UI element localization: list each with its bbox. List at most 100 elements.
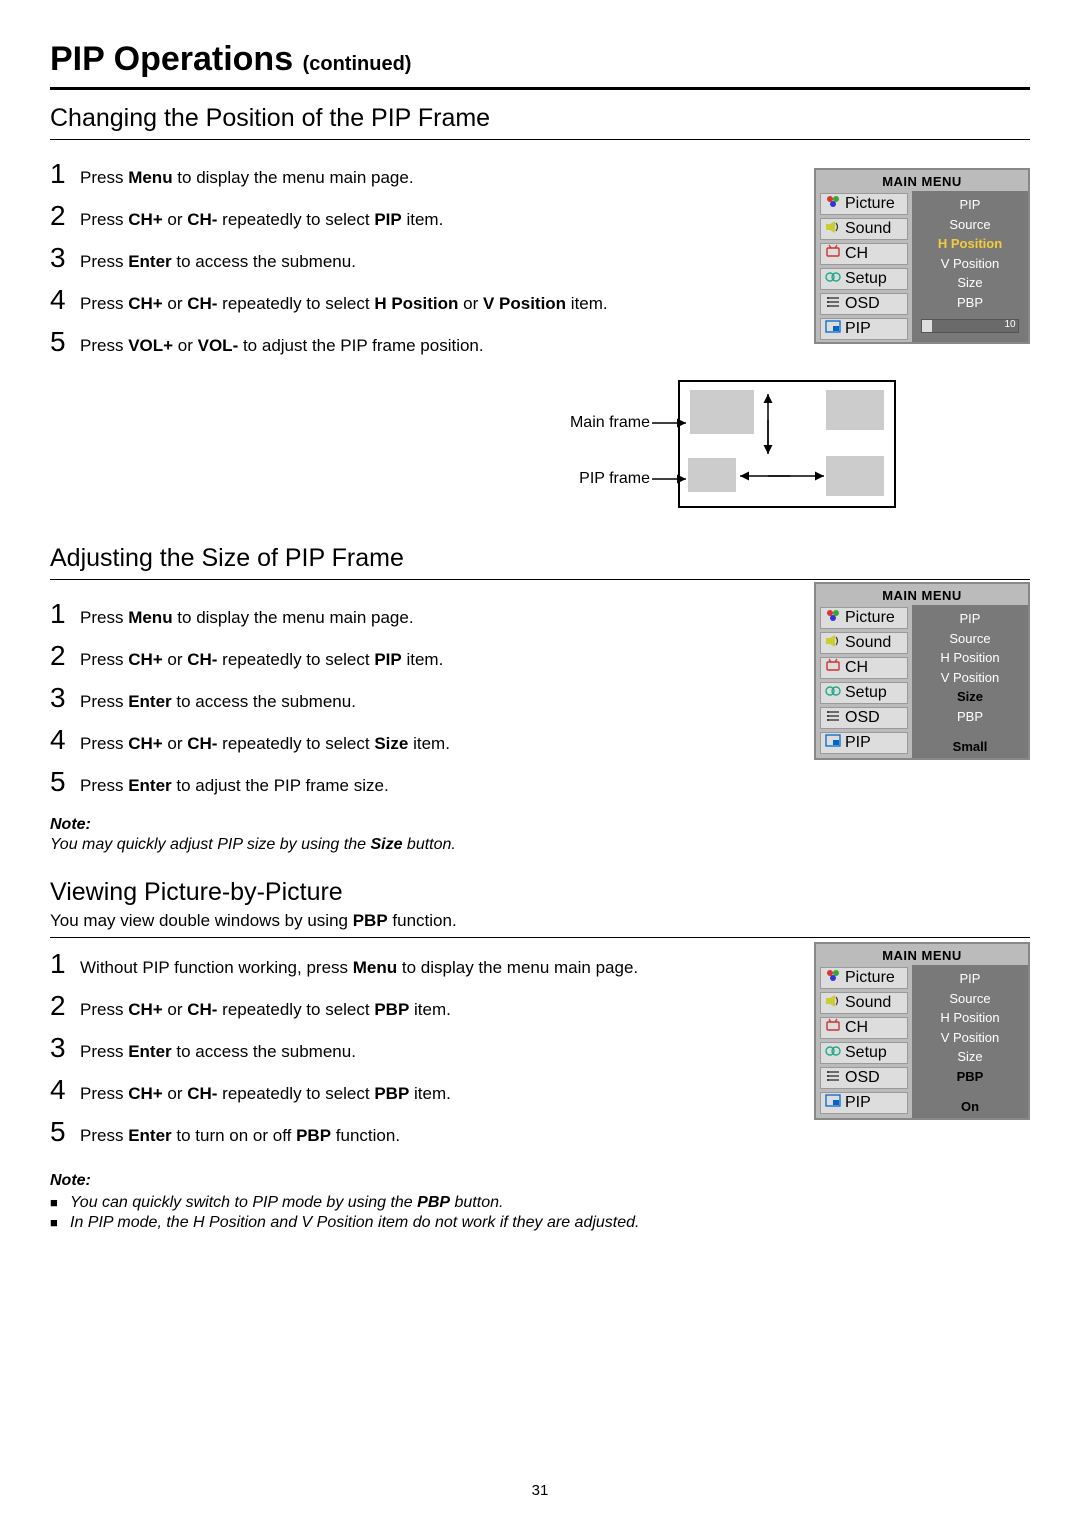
step-text: Press VOL+ or VOL- to adjust the PIP fra… (80, 329, 484, 358)
submenu-item-size[interactable]: Size (916, 273, 1024, 293)
menu-item-pip[interactable]: PIP (820, 732, 908, 754)
picture-icon (825, 608, 841, 629)
submenu-item-v-position[interactable]: V Position (916, 1028, 1024, 1048)
note-bullet: ■You can quickly switch to PIP mode by u… (50, 1194, 1030, 1212)
step-text: Press CH+ or CH- repeatedly to select PB… (80, 1077, 451, 1106)
main-menu-box-2: MAIN MENU PictureSoundCHSetupOSDPIP PIPS… (814, 582, 1030, 760)
submenu-item-pip[interactable]: PIP (916, 969, 1024, 989)
osd-icon (825, 1068, 841, 1089)
step-number: 4 (50, 1074, 80, 1106)
setup-icon (825, 269, 841, 290)
menu-item-setup[interactable]: Setup (820, 682, 908, 704)
menu-item-setup[interactable]: Setup (820, 268, 908, 290)
submenu-item-h-position[interactable]: H Position (916, 234, 1024, 254)
menu-title: MAIN MENU (816, 170, 1028, 191)
menu-item-sound[interactable]: Sound (820, 632, 908, 654)
slider-bar[interactable]: 10 (921, 319, 1018, 333)
page-number: 31 (0, 1482, 1080, 1499)
section2-note-body: You may quickly adjust PIP size by using… (50, 836, 1030, 854)
ch-icon (825, 244, 841, 265)
submenu-item-source[interactable]: Source (916, 629, 1024, 649)
submenu-item-pbp[interactable]: PBP (916, 707, 1024, 727)
menu-item-label: Picture (845, 195, 895, 213)
step-text: Press CH+ or CH- repeatedly to select H … (80, 287, 608, 316)
menu-item-label: Picture (845, 969, 895, 987)
step-number: 3 (50, 682, 80, 714)
step-text: Press Menu to display the menu main page… (80, 601, 414, 630)
submenu-item-v-position[interactable]: V Position (916, 668, 1024, 688)
menu-item-setup[interactable]: Setup (820, 1042, 908, 1064)
menu-item-osd[interactable]: OSD (820, 1067, 908, 1089)
menu-item-label: CH (845, 1019, 868, 1037)
submenu-item-size[interactable]: Size (916, 1047, 1024, 1067)
title-main: PIP Operations (50, 40, 293, 78)
menu-item-picture[interactable]: Picture (820, 193, 908, 215)
step-number: 1 (50, 948, 80, 980)
osd-icon (825, 294, 841, 315)
submenu-item-h-position[interactable]: H Position (916, 1008, 1024, 1028)
step-text: Without PIP function working, press Menu… (80, 951, 638, 980)
submenu-item-pip[interactable]: PIP (916, 609, 1024, 629)
menu-item-label: PIP (845, 1094, 871, 1112)
bullet-text: You can quickly switch to PIP mode by us… (70, 1194, 503, 1212)
menu-item-label: CH (845, 245, 868, 263)
section2-heading: Adjusting the Size of PIP Frame (50, 544, 1030, 573)
menu-item-picture[interactable]: Picture (820, 607, 908, 629)
pip-icon (825, 319, 841, 340)
menu-item-picture[interactable]: Picture (820, 967, 908, 989)
menu-item-ch[interactable]: CH (820, 1017, 908, 1039)
bullet-text: In PIP mode, the H Position and V Positi… (70, 1214, 640, 1232)
step-text: Press Menu to display the menu main page… (80, 161, 414, 190)
menu-item-osd[interactable]: OSD (820, 707, 908, 729)
submenu-item-h-position[interactable]: H Position (916, 648, 1024, 668)
menu-item-label: OSD (845, 1069, 880, 1087)
sound-icon (825, 633, 841, 654)
step-text: Press Enter to access the submenu. (80, 1035, 356, 1064)
main-menu-box-3: MAIN MENU PictureSoundCHSetupOSDPIP PIPS… (814, 942, 1030, 1120)
step-number: 1 (50, 158, 80, 190)
pip-diagram: Main frame PIP frame (530, 380, 930, 520)
step-text: Press Enter to access the submenu. (80, 245, 356, 274)
section3-note-bullets: ■You can quickly switch to PIP mode by u… (50, 1194, 1030, 1232)
menu-item-label: PIP (845, 320, 871, 338)
menu-item-sound[interactable]: Sound (820, 218, 908, 240)
submenu-item-pbp[interactable]: PBP (916, 293, 1024, 313)
step-text: Press CH+ or CH- repeatedly to select PB… (80, 993, 451, 1022)
bullet-square-icon: ■ (50, 1215, 70, 1230)
menu-item-label: Sound (845, 220, 891, 238)
menu-title: MAIN MENU (816, 584, 1028, 605)
submenu-item-pip[interactable]: PIP (916, 195, 1024, 215)
submenu-item-source[interactable]: Source (916, 215, 1024, 235)
submenu-item-v-position[interactable]: V Position (916, 254, 1024, 274)
step-number: 5 (50, 326, 80, 358)
section2-note-label: Note: (50, 816, 1030, 834)
step-number: 2 (50, 990, 80, 1022)
menu-item-ch[interactable]: CH (820, 243, 908, 265)
menu-item-pip[interactable]: PIP (820, 318, 908, 340)
menu-item-label: OSD (845, 709, 880, 727)
menu-item-label: OSD (845, 295, 880, 313)
submenu-item-pbp[interactable]: PBP (916, 1067, 1024, 1087)
menu-item-pip[interactable]: PIP (820, 1092, 908, 1114)
osd-icon (825, 708, 841, 729)
divider-thin (50, 139, 1030, 140)
slider-value: 10 (1004, 319, 1015, 330)
menu-item-osd[interactable]: OSD (820, 293, 908, 315)
step-text: Press CH+ or CH- repeatedly to select PI… (80, 203, 443, 232)
sound-icon (825, 219, 841, 240)
menu-item-ch[interactable]: CH (820, 657, 908, 679)
submenu-item-size[interactable]: Size (916, 687, 1024, 707)
menu-item-label: Picture (845, 609, 895, 627)
menu-item-sound[interactable]: Sound (820, 992, 908, 1014)
main-menu-box-1: MAIN MENU PictureSoundCHSetupOSDPIP PIPS… (814, 168, 1030, 344)
pip-icon (825, 733, 841, 754)
step-text: Press Enter to turn on or off PBP functi… (80, 1119, 400, 1148)
divider-thin-3 (50, 937, 1030, 938)
step-number: 3 (50, 1032, 80, 1064)
submenu-item-source[interactable]: Source (916, 989, 1024, 1009)
menu-title: MAIN MENU (816, 944, 1028, 965)
ch-icon (825, 658, 841, 679)
title-continued: (continued) (303, 53, 412, 75)
picture-icon (825, 968, 841, 989)
step-text: Press CH+ or CH- repeatedly to select PI… (80, 643, 443, 672)
